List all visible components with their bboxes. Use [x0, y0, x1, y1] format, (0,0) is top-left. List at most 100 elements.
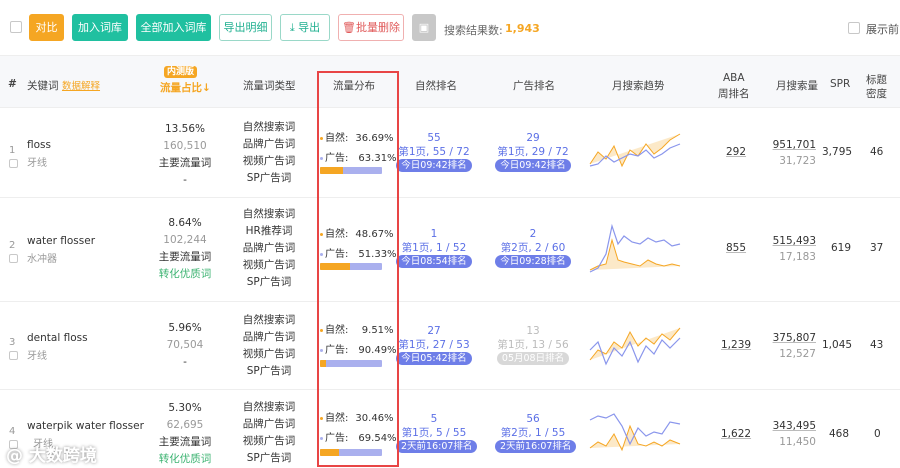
monthly-trend-sparkline[interactable]: [588, 126, 682, 178]
row-checkbox[interactable]: [9, 351, 18, 360]
organic-label: 自然:: [325, 133, 349, 144]
row-index: 4: [9, 426, 16, 437]
monthly-search-value[interactable]: 951,701: [770, 137, 816, 153]
beta-badge: 内测版: [164, 66, 198, 78]
organic-share-fill: [320, 263, 351, 270]
keyword-text[interactable]: dental floss: [27, 332, 88, 344]
share-percent: 13.56%: [164, 123, 206, 135]
trash-icon: 🗑: [342, 21, 356, 34]
organic-rank-cell[interactable]: 55 第1页, 55 / 72 今日09:42排名: [396, 131, 472, 172]
traffic-dist-bar: [320, 263, 382, 270]
organic-label: 自然:: [325, 413, 349, 424]
ad-rank-page: 第2页, 2 / 60: [500, 242, 566, 254]
organic-label: 自然:: [325, 229, 349, 240]
col-traffic-share[interactable]: 流量占比↓: [160, 80, 211, 95]
monthly-trend-sparkline[interactable]: [588, 406, 682, 458]
export-detail-button[interactable]: 导出明细: [219, 14, 272, 41]
keyword-text[interactable]: waterpik water flosser: [27, 420, 144, 432]
export-label: 导出: [298, 21, 321, 34]
keyword-translation: 水冲器: [27, 254, 57, 265]
daily-search-value: 17,183: [779, 251, 816, 263]
organic-rank-cell[interactable]: 5 第1页, 5 / 55 2天前16:07排名: [396, 412, 478, 453]
col-monthly-trend: 月搜索趋势: [612, 80, 665, 92]
ad-rank-cell[interactable]: 2 第2页, 2 / 60 今日09:28排名: [495, 227, 571, 268]
aba-rank-value[interactable]: 292: [726, 146, 746, 158]
keyword-text[interactable]: floss: [27, 139, 51, 151]
organic-share-fill: [320, 449, 339, 456]
share-tag2: -: [183, 174, 187, 186]
organic-rank-value: 27: [427, 325, 441, 337]
organic-label: 自然:: [325, 325, 349, 336]
compare-button[interactable]: 对比: [29, 14, 64, 41]
daily-search-value: 11,450: [779, 436, 816, 448]
row-checkbox[interactable]: [9, 159, 18, 168]
ad-rank-cell[interactable]: 29 第1页, 29 / 72 今日09:42排名: [495, 131, 571, 172]
organic-rank-time-badge: 今日09:42排名: [396, 159, 472, 172]
title-density-value: 46: [870, 146, 884, 158]
organic-share-fill: [320, 167, 343, 174]
traffic-share-cell: 5.30% 62,695 主要流量词 转化优质词: [145, 400, 225, 468]
col-ad-rank: 广告排名: [513, 80, 555, 92]
share-percent: 8.64%: [168, 217, 202, 229]
share-tag2: 转化优质词: [158, 268, 212, 280]
aba-rank-value[interactable]: 1,622: [721, 428, 751, 440]
col-spr: SPR: [830, 78, 851, 90]
keyword-translation: 牙线: [27, 158, 47, 169]
ad-label: 广告:: [325, 433, 349, 444]
row-index: 1: [9, 145, 16, 156]
traffic-type-item: 品牌广告词: [242, 418, 296, 430]
table-row[interactable]: 2 water flosser 水冲器 8.64% 102,244 主要流量词 …: [0, 198, 900, 302]
traffic-type-item: 自然搜索词: [242, 314, 296, 326]
select-all-checkbox[interactable]: [10, 21, 22, 33]
download-icon: ⤓: [289, 21, 299, 34]
aba-rank-value[interactable]: 855: [726, 242, 746, 254]
col-index: #: [8, 78, 17, 90]
organic-percent: 48.67%: [355, 229, 394, 240]
ad-rank-cell[interactable]: 56 第2页, 1 / 55 2天前16:07排名: [495, 412, 577, 453]
traffic-dist-bar: [320, 449, 382, 456]
ad-rank-page: 第1页, 13 / 56: [497, 339, 569, 351]
share-tag: 主要流量词: [158, 157, 212, 169]
traffic-type-item: 自然搜索词: [242, 121, 296, 133]
add-to-library-button[interactable]: 加入词库: [72, 14, 128, 41]
organic-rank-cell[interactable]: 27 第1页, 27 / 53 今日05:42排名: [396, 324, 472, 365]
data-explain-link[interactable]: 数据解释: [62, 78, 100, 92]
aba-rank-value[interactable]: 1,239: [721, 339, 751, 351]
table-row[interactable]: 4 waterpik water flosser 牙线 5.30% 62,695…: [0, 390, 900, 467]
row-checkbox[interactable]: [9, 254, 18, 263]
monthly-search-value[interactable]: 375,807: [770, 330, 816, 346]
organic-rank-time-badge: 今日05:42排名: [396, 352, 472, 365]
organic-rank-page: 第1页, 55 / 72: [398, 146, 470, 158]
monthly-trend-sparkline[interactable]: [588, 320, 682, 372]
keyword-text[interactable]: water flosser: [27, 235, 95, 247]
ad-rank-cell[interactable]: 13 第1页, 13 / 56 05月08日排名: [495, 324, 571, 365]
organic-rank-cell[interactable]: 1 第1页, 1 / 52 今日08:54排名: [396, 227, 472, 268]
table-row[interactable]: 1 floss 牙线 13.56% 160,510 主要流量词 - 自然搜索词 …: [0, 108, 900, 198]
monthly-trend-sparkline[interactable]: [588, 220, 682, 276]
col-keyword: 关键词: [27, 80, 59, 92]
monthly-search-cell: 343,495 11,450: [770, 418, 816, 450]
traffic-type-item: 品牌广告词: [242, 138, 296, 150]
traffic-share-cell: 5.96% 70,504 -: [145, 320, 225, 371]
row-index: 3: [9, 337, 16, 348]
table-row[interactable]: 3 dental floss 牙线 5.96% 70,504 - 自然搜索词 品…: [0, 302, 900, 390]
col-monthly-search: 月搜索量: [776, 80, 818, 92]
batch-delete-button[interactable]: 🗑批量删除: [338, 14, 404, 41]
traffic-dist-cell: 自然: 9.51% 广告: 90.49%: [320, 324, 397, 358]
ad-rank-page: 第2页, 1 / 55: [500, 427, 566, 439]
traffic-type-cell: 自然搜索词 品牌广告词 视频广告词 SP广告词: [230, 399, 308, 467]
screenshot-button[interactable]: ▣: [412, 14, 436, 41]
add-all-to-library-button[interactable]: 全部加入词库: [136, 14, 211, 41]
organic-rank-page: 第1页, 5 / 55: [401, 427, 467, 439]
batch-delete-label: 批量删除: [355, 21, 400, 34]
traffic-type-cell: 自然搜索词 HR推荐词 品牌广告词 视频广告词 SP广告词: [230, 206, 308, 291]
title-density-value: 37: [870, 242, 884, 254]
ad-percent: 90.49%: [358, 345, 397, 356]
export-button[interactable]: ⤓ 导出: [280, 14, 330, 41]
organic-share-fill: [320, 360, 326, 367]
show-top-checkbox[interactable]: [848, 22, 860, 34]
traffic-share-cell: 13.56% 160,510 主要流量词 -: [145, 121, 225, 189]
monthly-search-value[interactable]: 515,493: [770, 233, 816, 249]
monthly-search-value[interactable]: 343,495: [770, 418, 816, 434]
traffic-type-item: SP广告词: [246, 172, 292, 184]
